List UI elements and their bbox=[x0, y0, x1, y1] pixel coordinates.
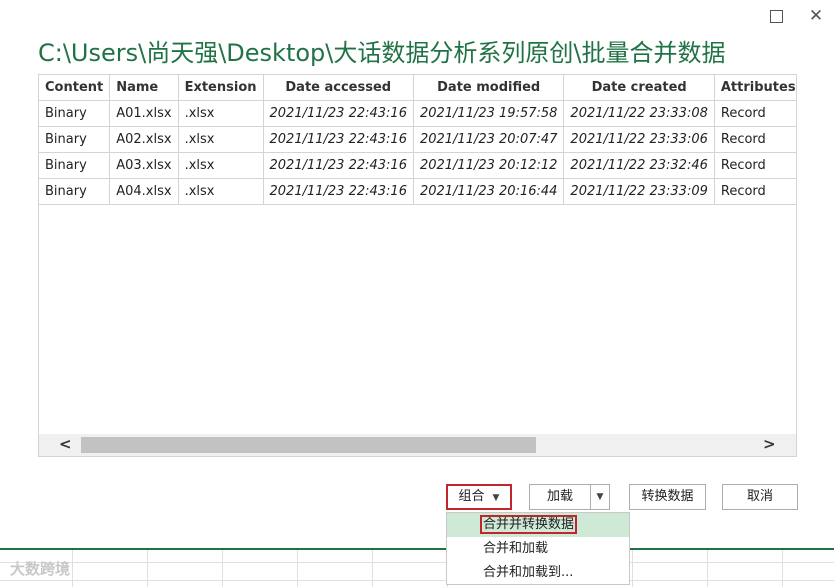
scroll-left-icon[interactable]: < bbox=[59, 435, 72, 453]
excel-sheet-background bbox=[0, 548, 834, 587]
cell-extension: .xlsx bbox=[178, 178, 264, 205]
cell-name: A04.xlsx bbox=[109, 178, 179, 205]
table-row[interactable]: Binary A02.xlsx .xlsx 2021/11/23 22:43:1… bbox=[39, 126, 796, 153]
table-row[interactable]: Binary A03.xlsx .xlsx 2021/11/23 22:43:1… bbox=[39, 152, 796, 179]
column-header-content[interactable]: Content bbox=[39, 75, 111, 101]
cell-content: Binary bbox=[39, 178, 111, 205]
table-row[interactable]: Binary A04.xlsx .xlsx 2021/11/23 22:43:1… bbox=[39, 178, 796, 205]
close-icon[interactable]: ✕ bbox=[806, 6, 826, 26]
menu-item-label: 合并并转换数据 bbox=[480, 515, 578, 534]
transform-data-button[interactable]: 转换数据 bbox=[629, 484, 706, 510]
cell-attributes: Record bbox=[714, 152, 796, 179]
maximize-icon[interactable] bbox=[766, 6, 786, 26]
cell-date-created: 2021/11/22 23:33:06 bbox=[563, 126, 715, 153]
cell-attributes: Record bbox=[714, 178, 796, 205]
cell-name: A03.xlsx bbox=[109, 152, 179, 179]
chevron-down-icon: ▼ bbox=[492, 493, 500, 503]
cell-extension: .xlsx bbox=[178, 152, 264, 179]
load-button[interactable]: 加载 bbox=[529, 484, 591, 510]
cell-extension: .xlsx bbox=[178, 100, 264, 127]
combine-dropdown-menu: 合并并转换数据 合并和加载 合并和加载到... bbox=[446, 512, 630, 585]
cell-date-created: 2021/11/22 23:33:09 bbox=[563, 178, 715, 205]
cell-date-modified: 2021/11/23 20:16:44 bbox=[413, 178, 565, 205]
menu-item-combine-and-transform[interactable]: 合并并转换数据 bbox=[447, 513, 629, 537]
cell-attributes: Record bbox=[714, 126, 796, 153]
cell-date-modified: 2021/11/23 20:07:47 bbox=[413, 126, 565, 153]
column-header-name[interactable]: Name bbox=[109, 75, 179, 101]
watermark-text: 大数跨境 bbox=[10, 560, 71, 578]
cell-date-modified: 2021/11/23 19:57:58 bbox=[413, 100, 565, 127]
cell-content: Binary bbox=[39, 152, 111, 179]
table-header-row: Content Name Extension Date accessed Dat… bbox=[39, 75, 796, 101]
cell-content: Binary bbox=[39, 126, 111, 153]
column-header-date-created[interactable]: Date created bbox=[563, 75, 715, 101]
file-preview-table: Content Name Extension Date accessed Dat… bbox=[38, 74, 797, 457]
load-options-chevron-icon[interactable]: ▼ bbox=[590, 484, 610, 510]
column-header-attributes[interactable]: Attributes bbox=[714, 75, 796, 101]
cell-name: A01.xlsx bbox=[109, 100, 179, 127]
scroll-right-icon[interactable]: > bbox=[763, 435, 776, 453]
cell-date-accessed: 2021/11/23 22:43:16 bbox=[263, 152, 414, 179]
menu-item-combine-and-load-to[interactable]: 合并和加载到... bbox=[447, 561, 629, 585]
cell-extension: .xlsx bbox=[178, 126, 264, 153]
cell-content: Binary bbox=[39, 100, 111, 127]
menu-item-combine-and-load[interactable]: 合并和加载 bbox=[447, 537, 629, 561]
cell-date-modified: 2021/11/23 20:12:12 bbox=[413, 152, 565, 179]
cell-date-created: 2021/11/22 23:33:08 bbox=[563, 100, 715, 127]
cell-date-accessed: 2021/11/23 22:43:16 bbox=[263, 100, 414, 127]
dialog-title: C:\Users\尚天强\Desktop\大话数据分析系列原创\批量合并数据 bbox=[38, 39, 726, 67]
cancel-button[interactable]: 取消 bbox=[722, 484, 798, 510]
column-header-date-modified[interactable]: Date modified bbox=[413, 75, 565, 101]
table-row[interactable]: Binary A01.xlsx .xlsx 2021/11/23 22:43:1… bbox=[39, 100, 796, 127]
combine-dropdown-button[interactable]: 组合 ▼ bbox=[446, 484, 512, 510]
cell-date-accessed: 2021/11/23 22:43:16 bbox=[263, 178, 414, 205]
horizontal-scrollbar[interactable]: < > bbox=[39, 434, 796, 456]
column-header-date-accessed[interactable]: Date accessed bbox=[263, 75, 414, 101]
column-header-extension[interactable]: Extension bbox=[178, 75, 264, 101]
cell-attributes: Record bbox=[714, 100, 796, 127]
cell-name: A02.xlsx bbox=[109, 126, 179, 153]
combine-button-label: 组合 bbox=[458, 489, 485, 504]
scrollbar-thumb[interactable] bbox=[81, 437, 536, 453]
cell-date-accessed: 2021/11/23 22:43:16 bbox=[263, 126, 414, 153]
cell-date-created: 2021/11/22 23:32:46 bbox=[563, 152, 715, 179]
